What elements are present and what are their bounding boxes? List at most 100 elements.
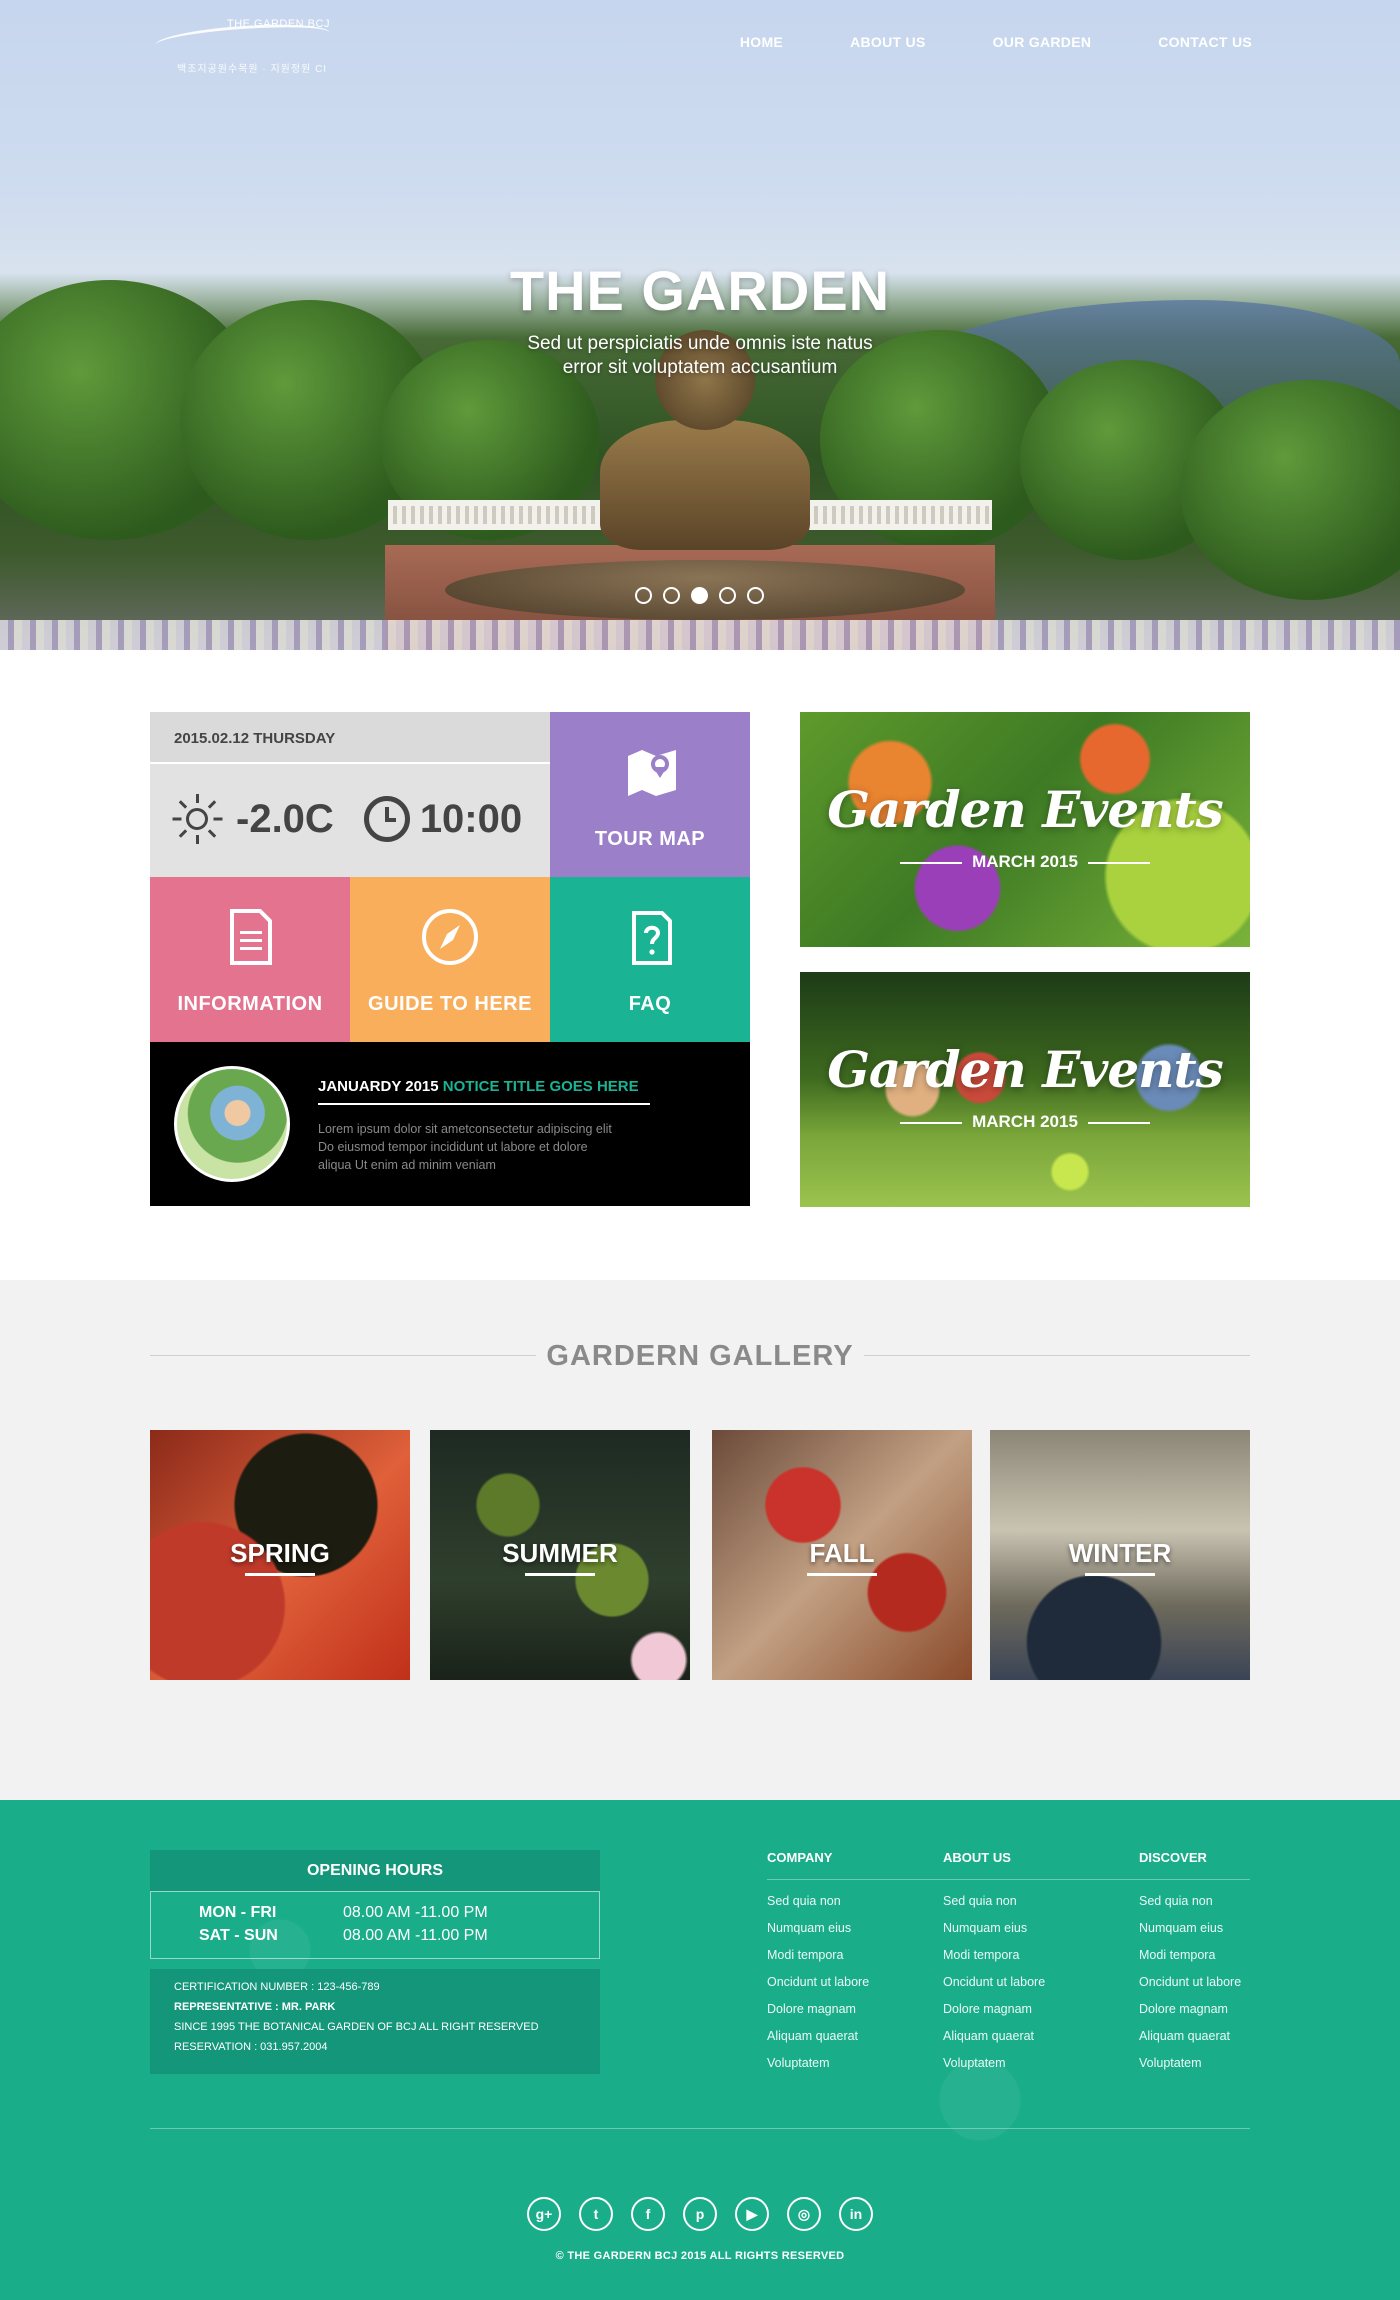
- footer-link[interactable]: Numquam eius: [1139, 1921, 1250, 1948]
- notice-title: NOTICE TITLE GOES HERE: [442, 1078, 639, 1095]
- footer-link[interactable]: Aliquam quaerat: [943, 2029, 1139, 2056]
- logo-brand: THE GARDEN BCJ: [227, 18, 330, 30]
- main-nav: HOME ABOUT US OUR GARDEN CONTACT US: [673, 34, 1252, 50]
- notice-tile[interactable]: JANUARDY 2015 NOTICE TITLE GOES HERE Lor…: [150, 1042, 750, 1206]
- hero-balustrade: [388, 500, 620, 530]
- footer-link[interactable]: Oncidunt ut labore: [767, 1975, 943, 2002]
- gallery-fall[interactable]: FALL: [712, 1430, 972, 1680]
- nav-home[interactable]: HOME: [740, 34, 783, 50]
- footer-link[interactable]: Modi tempora: [943, 1948, 1139, 1975]
- notice-body-line: aliqua Ut enim ad minim veniam: [318, 1158, 496, 1172]
- hours-row: SAT - SUN 08.00 AM -11.00 PM: [199, 1927, 599, 1950]
- opening-hours-table: MON - FRI 08.00 AM -11.00 PM SAT - SUN 0…: [150, 1891, 600, 1959]
- dribbble-icon[interactable]: ◎: [787, 2197, 821, 2231]
- compass-icon: [422, 909, 478, 965]
- representative: REPRESENTATIVE : MR. PARK: [174, 2001, 336, 2013]
- gallery-title: GARDERN GALLERY: [150, 1340, 1250, 1373]
- footer-link[interactable]: Voluptatem: [1139, 2056, 1250, 2083]
- hero-title: THE GARDEN: [509, 259, 891, 322]
- slider-dot[interactable]: [635, 587, 652, 604]
- footer-link[interactable]: Sed quia non: [1139, 1894, 1250, 1921]
- season-label: WINTER: [990, 1538, 1250, 1576]
- info-tiles: 2015.02.12 THURSDAY -2.0C 10:00 TOUR MAP: [150, 712, 750, 1206]
- guide-tile[interactable]: GUIDE TO HERE: [350, 877, 550, 1042]
- weather-tile: 2015.02.12 THURSDAY -2.0C 10:00: [150, 712, 550, 877]
- footer-link[interactable]: Aliquam quaerat: [1139, 2029, 1250, 2056]
- slider-pagination: [635, 587, 764, 604]
- footer-link[interactable]: Aliquam quaerat: [767, 2029, 943, 2056]
- hero-banner: THE GARDEN BCJ 백조지공원수목원 · 지원정원 CI HOME A…: [0, 0, 1400, 650]
- youtube-icon[interactable]: ▶: [735, 2197, 769, 2231]
- footer-column-about: ABOUT US Sed quia non Numquam eius Modi …: [943, 1850, 1139, 2083]
- since-text: SINCE 1995 THE BOTANICAL GARDEN OF BCJ A…: [174, 2021, 539, 2033]
- pinterest-icon[interactable]: p: [683, 2197, 717, 2231]
- site-logo[interactable]: THE GARDEN BCJ 백조지공원수목원 · 지원정원 CI: [154, 18, 335, 78]
- google-plus-icon[interactable]: g+: [527, 2197, 561, 2231]
- garden-event-card[interactable]: Garden Events MARCH 2015: [800, 712, 1250, 947]
- nav-contact-us[interactable]: CONTACT US: [1158, 34, 1252, 50]
- gallery-spring[interactable]: SPRING: [150, 1430, 410, 1680]
- clock-icon: [363, 796, 410, 842]
- sun-icon: [172, 794, 223, 844]
- footer-column-title: COMPANY: [767, 1850, 943, 1880]
- garden-event-card[interactable]: Garden Events MARCH 2015: [800, 972, 1250, 1207]
- hours-days: MON - FRI: [199, 1904, 277, 1921]
- footer-link[interactable]: Numquam eius: [943, 1921, 1139, 1948]
- footer-link[interactable]: Modi tempora: [767, 1948, 943, 1975]
- document-icon: [230, 909, 272, 965]
- footer-link[interactable]: Dolore magnam: [1139, 2002, 1250, 2029]
- tour-map-tile[interactable]: TOUR MAP: [550, 712, 750, 877]
- footer-link[interactable]: Modi tempora: [1139, 1948, 1250, 1975]
- notice-body-line: Lorem ipsum dolor sit ametconsectetur ad…: [318, 1122, 612, 1136]
- linkedin-icon[interactable]: in: [839, 2197, 873, 2231]
- notice-body-line: Do eiusmod tempor incididunt ut labore e…: [318, 1140, 588, 1154]
- notice-date: JANUARDY 2015: [318, 1078, 439, 1095]
- current-time: 10:00: [419, 796, 523, 841]
- company-info: CERTIFICATION NUMBER : 123-456-789 REPRE…: [150, 1969, 600, 2074]
- hero-subtitle: Sed ut perspiciatis unde omnis iste natu…: [500, 332, 900, 380]
- footer-link[interactable]: Oncidunt ut labore: [1139, 1975, 1250, 2002]
- footer-link[interactable]: Voluptatem: [767, 2056, 943, 2083]
- hours-time: 08.00 AM -11.00 PM: [343, 1904, 488, 1921]
- weather-row: -2.0C 10:00: [172, 794, 522, 844]
- opening-hours: OPENING HOURS MON - FRI 08.00 AM -11.00 …: [150, 1850, 600, 2074]
- gallery-summer[interactable]: SUMMER: [430, 1430, 690, 1680]
- gallery-winter[interactable]: WINTER: [990, 1430, 1250, 1680]
- opening-hours-title: OPENING HOURS: [150, 1850, 600, 1891]
- season-label: SUMMER: [430, 1538, 690, 1576]
- hours-row: MON - FRI 08.00 AM -11.00 PM: [199, 1904, 599, 1927]
- hero-balustrade: [800, 500, 992, 530]
- information-tile[interactable]: INFORMATION: [150, 877, 350, 1042]
- notice-heading[interactable]: JANUARDY 2015 NOTICE TITLE GOES HERE: [318, 1078, 650, 1105]
- hero-fountain: [600, 420, 810, 550]
- footer-link[interactable]: Dolore magnam: [943, 2002, 1139, 2029]
- footer-link[interactable]: Oncidunt ut labore: [943, 1975, 1139, 2002]
- temperature: -2.0C: [236, 796, 334, 841]
- footer-column-company: COMPANY Sed quia non Numquam eius Modi t…: [767, 1850, 943, 2083]
- footer-link[interactable]: Dolore magnam: [767, 2002, 943, 2029]
- event-title: Garden Events: [827, 1040, 1224, 1099]
- twitter-icon[interactable]: t: [579, 2197, 613, 2231]
- hours-days: SAT - SUN: [199, 1927, 278, 1944]
- footer-link[interactable]: Sed quia non: [943, 1894, 1139, 1921]
- footer-link[interactable]: Voluptatem: [943, 2056, 1139, 2083]
- event-date: MARCH 2015: [900, 1112, 1150, 1132]
- facebook-icon[interactable]: f: [631, 2197, 665, 2231]
- slider-dot-active[interactable]: [691, 587, 708, 604]
- map-icon: [628, 750, 676, 796]
- nav-our-garden[interactable]: OUR GARDEN: [993, 34, 1092, 50]
- footer-link[interactable]: Sed quia non: [767, 1894, 943, 1921]
- slider-dot[interactable]: [719, 587, 736, 604]
- season-label: SPRING: [150, 1538, 410, 1576]
- footer-divider: [150, 2128, 1250, 2129]
- faq-tile[interactable]: FAQ: [550, 877, 750, 1042]
- footer-column-title: ABOUT US: [943, 1850, 1139, 1880]
- faq-icon: [632, 911, 672, 965]
- hours-time: 08.00 AM -11.00 PM: [343, 1927, 488, 1944]
- footer-link[interactable]: Numquam eius: [767, 1921, 943, 1948]
- slider-dot[interactable]: [747, 587, 764, 604]
- event-date: MARCH 2015: [900, 852, 1150, 872]
- hero-flowers: [0, 620, 1400, 650]
- slider-dot[interactable]: [663, 587, 680, 604]
- nav-about-us[interactable]: ABOUT US: [850, 34, 926, 50]
